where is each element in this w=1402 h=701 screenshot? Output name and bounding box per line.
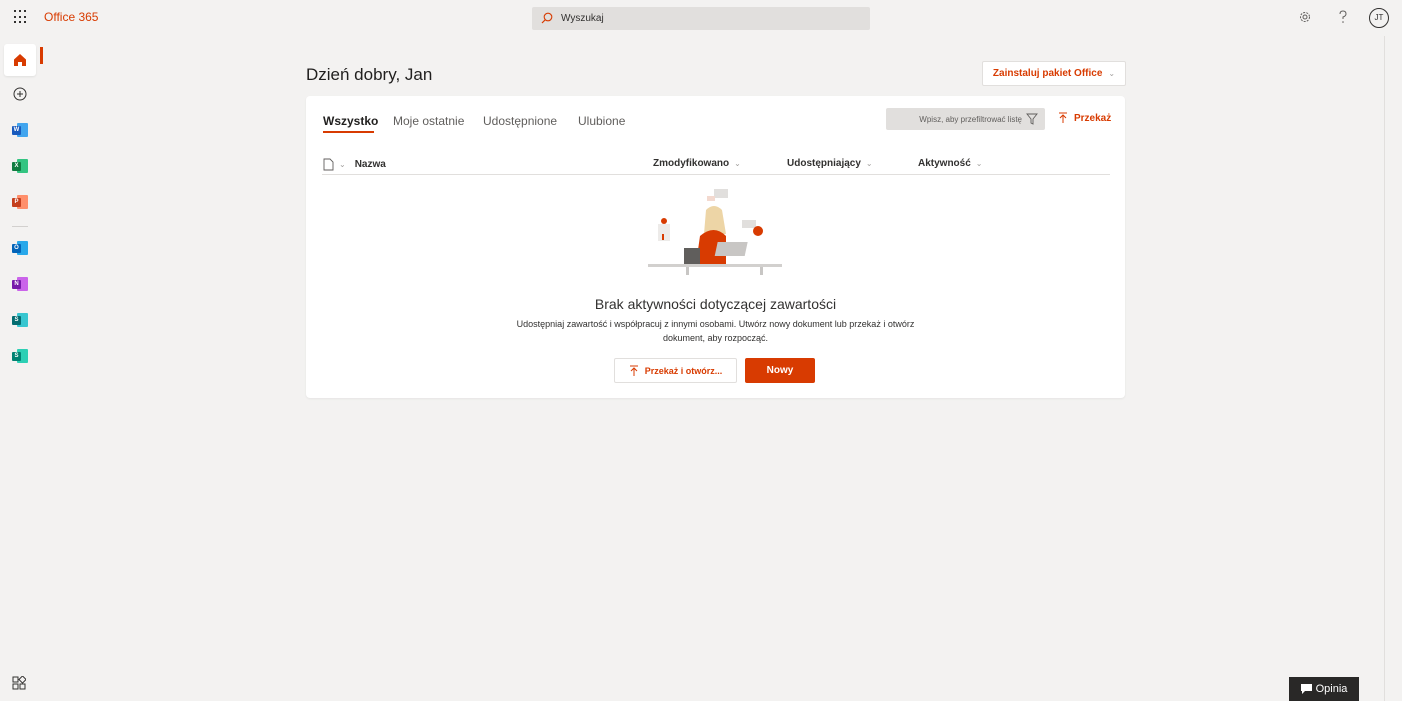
new-document-button[interactable]: Nowy: [745, 358, 815, 383]
top-bar: Office 365 JT: [0, 0, 1402, 36]
tab-shared[interactable]: Udostępnione: [483, 114, 557, 128]
rail-app-sway[interactable]: S: [4, 340, 36, 372]
feedback-button[interactable]: Opinia: [1289, 677, 1359, 701]
filter-box[interactable]: [886, 108, 1045, 130]
upload-open-label: Przekaż i otwórz...: [644, 365, 723, 376]
column-shared-by-label: Udostępniający: [787, 158, 861, 169]
search-icon: [541, 12, 553, 24]
upload-icon: [1059, 112, 1067, 123]
brand-title[interactable]: Office 365: [44, 10, 98, 24]
excel-icon: X: [12, 159, 28, 173]
tab-favorites[interactable]: Ulubione: [578, 114, 625, 128]
chevron-down-icon: ⌄: [734, 159, 741, 168]
rail-active-indicator: [40, 47, 43, 64]
add-circle-icon: [13, 87, 27, 101]
search-box[interactable]: [532, 7, 870, 30]
powerpoint-icon: P: [12, 195, 28, 209]
app-rail: W X P O N S S: [0, 36, 40, 701]
chevron-down-icon: ⌄: [1108, 69, 1116, 78]
filter-input[interactable]: [894, 111, 1022, 127]
page-scrollbar[interactable]: [1384, 36, 1402, 701]
header-divider: [322, 174, 1110, 175]
rail-app-excel[interactable]: X: [4, 150, 36, 182]
rail-app-onenote[interactable]: N: [4, 268, 36, 300]
settings-gear-icon[interactable]: [1298, 10, 1312, 24]
tab-underline: [323, 131, 374, 133]
page-title: Dzień dobry, Jan: [306, 65, 433, 84]
empty-state-description: Udostępniaj zawartość i współpracuj z in…: [516, 319, 915, 343]
rail-app-sharepoint[interactable]: S: [4, 304, 36, 336]
chevron-down-icon: ⌄: [975, 159, 983, 168]
tab-recent[interactable]: Moje ostatnie: [393, 114, 464, 128]
column-activity-label: Aktywność: [918, 158, 971, 169]
column-name[interactable]: ⌄ Nazwa: [323, 158, 386, 171]
column-activity[interactable]: Aktywność ⌄: [918, 158, 983, 169]
tab-all[interactable]: Wszystko: [323, 114, 378, 128]
onenote-icon: N: [12, 277, 28, 291]
sway-icon: S: [12, 349, 28, 363]
rail-app-powerpoint[interactable]: P: [4, 186, 36, 218]
chevron-down-icon: ⌄: [339, 160, 346, 169]
filter-icon: [1026, 113, 1038, 125]
column-shared-by[interactable]: Udostępniający ⌄: [787, 158, 873, 169]
upload-open-button[interactable]: Przekaż i otwórz...: [614, 358, 737, 383]
help-icon[interactable]: [1337, 10, 1349, 24]
avatar[interactable]: JT: [1369, 8, 1389, 28]
column-modified-label: Zmodyfikowano: [653, 158, 730, 169]
file-type-icon: [323, 158, 334, 171]
rail-divider: [12, 226, 28, 227]
empty-state-illustration: [648, 189, 782, 275]
search-input[interactable]: [561, 10, 851, 27]
home-icon: [14, 54, 26, 66]
documents-card: Wszystko Moje ostatnie Udostępnione Ulub…: [306, 96, 1125, 398]
app-launcher-icon[interactable]: [14, 10, 28, 24]
install-office-label: Zainstaluj pakiet Office: [992, 68, 1103, 79]
word-icon: W: [12, 123, 28, 137]
column-modified[interactable]: Zmodyfikowano ⌄: [653, 158, 741, 169]
rail-app-outlook[interactable]: O: [4, 232, 36, 264]
feedback-icon: [1300, 684, 1312, 694]
upload-button[interactable]: Przekaż: [1058, 112, 1111, 124]
sharepoint-icon: S: [12, 313, 28, 327]
feedback-label: Opinia: [1315, 683, 1348, 695]
rail-app-word[interactable]: W: [4, 114, 36, 146]
rail-create[interactable]: [4, 78, 36, 110]
outlook-icon: O: [12, 241, 28, 255]
rail-home[interactable]: [4, 44, 36, 76]
all-apps-icon[interactable]: [12, 676, 26, 690]
upload-icon: [629, 365, 638, 376]
install-office-button[interactable]: Zainstaluj pakiet Office ⌄: [982, 61, 1126, 86]
upload-label: Przekaż: [1074, 112, 1112, 124]
empty-state-title: Brak aktywności dotyczącej zawartości: [594, 296, 837, 312]
column-name-label: Nazwa: [354, 159, 386, 170]
chevron-down-icon: ⌄: [865, 159, 873, 168]
